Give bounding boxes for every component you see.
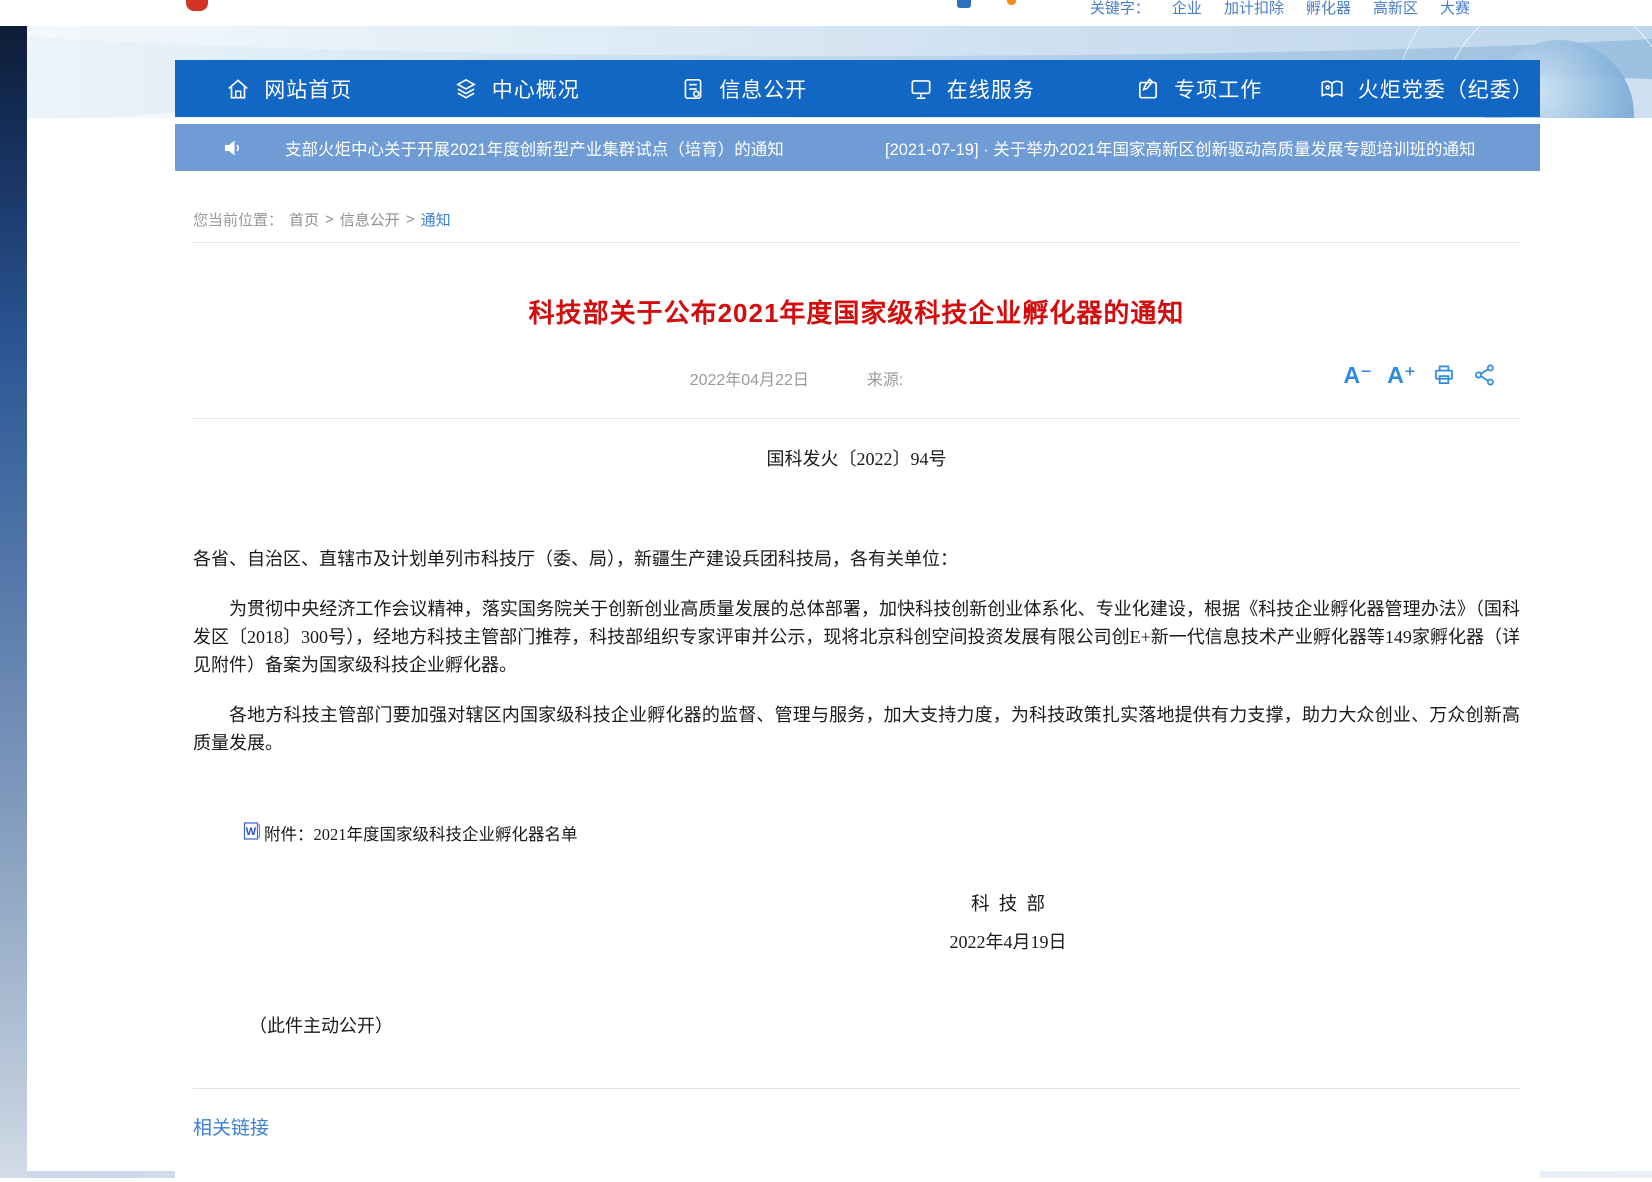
word-doc-icon[interactable]: W: [243, 821, 261, 849]
nav-item-label: 网站首页: [264, 74, 352, 104]
site-logo-fragment: [186, 0, 208, 11]
breadcrumb-home[interactable]: 首页: [289, 209, 319, 230]
page-title: 科技部关于公布2021年度国家级科技企业孵化器的通知: [193, 293, 1520, 330]
signature-block: 科 技 部 2022年4月19日: [888, 891, 1128, 956]
keywords-bar: 关键字： 企业 加计扣除 孵化器 高新区 大赛: [1090, 0, 1470, 18]
signer: 科 技 部: [888, 891, 1128, 919]
breadcrumb-notice[interactable]: 通知: [421, 209, 451, 230]
article-body: 国科发火〔2022〕94号 各省、自治区、直辖市及计划单列市科技厅（委、局），新…: [193, 445, 1520, 1040]
document-icon: [680, 76, 706, 102]
nav-item-party-committee[interactable]: 火炬党委（纪委）: [1313, 60, 1541, 117]
article-meta: 2022年04月22日 来源: A⁻ A⁺: [193, 366, 1520, 398]
nav-item-label: 信息公开: [719, 74, 807, 104]
nav-item-label: 在线服务: [947, 74, 1035, 104]
divider: [193, 242, 1520, 243]
decor-fragment: [957, 0, 971, 8]
paragraph-1: 为贯彻中央经济工作会议精神，落实国务院关于创新创业高质量发展的总体部署，加快科技…: [193, 595, 1520, 679]
breadcrumb-info-disclosure[interactable]: 信息公开: [340, 209, 400, 230]
publish-date: 2022年04月22日: [690, 366, 809, 390]
decor-dot: [1007, 0, 1016, 5]
top-strip: 关键字： 企业 加计扣除 孵化器 高新区 大赛: [0, 0, 1652, 26]
announcement-link-left[interactable]: 支部火炬中心关于开展2021年度创新型产业集群试点（培育）的通知: [285, 136, 784, 160]
keyword-link-dasai[interactable]: 大赛: [1440, 0, 1470, 18]
font-increase-button[interactable]: A⁺: [1387, 364, 1416, 387]
attachment-link[interactable]: 附件：2021年度国家级科技企业孵化器名单: [264, 821, 578, 849]
divider: [193, 1088, 1520, 1089]
monitor-icon: [908, 76, 934, 102]
breadcrumb: 您当前位置： 首页 > 信息公开 > 通知: [193, 209, 1520, 230]
keyword-link-jiajikouchu[interactable]: 加计扣除: [1224, 0, 1284, 18]
nav-item-label: 专项工作: [1174, 74, 1262, 104]
home-icon: [225, 76, 251, 102]
breadcrumb-separator: >: [325, 211, 334, 228]
nav-item-info-disclosure[interactable]: 信息公开: [630, 60, 858, 117]
source-label: 来源:: [867, 366, 903, 390]
breadcrumb-separator: >: [406, 211, 415, 228]
book-icon: [1319, 76, 1345, 102]
nav-item-home[interactable]: 网站首页: [175, 60, 403, 117]
font-decrease-button[interactable]: A⁻: [1344, 364, 1373, 387]
printer-icon[interactable]: [1431, 362, 1457, 388]
salutation: 各省、自治区、直辖市及计划单列市科技厅（委、局），新疆生产建设兵团科技局，各有关…: [193, 545, 1520, 573]
keyword-link-gaoxinqu[interactable]: 高新区: [1373, 0, 1418, 18]
left-decor-strip: [0, 26, 27, 1178]
related-links-title[interactable]: 相关链接: [193, 1113, 269, 1140]
share-icon[interactable]: [1472, 362, 1498, 388]
divider: [193, 418, 1520, 419]
announcement-link-right[interactable]: [2021-07-19] · 关于举办2021年国家高新区创新驱动高质量发展专题…: [885, 136, 1475, 160]
nav-item-label: 中心概况: [492, 74, 580, 104]
pen-icon: [1135, 76, 1161, 102]
speaker-icon: [221, 136, 245, 160]
nav-item-online-service[interactable]: 在线服务: [858, 60, 1086, 117]
doc-number: 国科发火〔2022〕94号: [193, 445, 1520, 473]
layers-icon: [453, 76, 479, 102]
keywords-label: 关键字：: [1090, 0, 1150, 18]
breadcrumb-prefix: 您当前位置：: [193, 209, 283, 230]
public-disclosure-note: （此件主动公开）: [249, 1012, 1520, 1040]
nav-item-overview[interactable]: 中心概况: [403, 60, 631, 117]
sign-date: 2022年4月19日: [888, 928, 1128, 956]
keyword-link-fuhuaqi[interactable]: 孵化器: [1306, 0, 1351, 18]
nav-item-special-work[interactable]: 专项工作: [1085, 60, 1313, 117]
main-nav: 网站首页 中心概况 信息公开 在线服务 专项工作: [175, 60, 1540, 117]
article-tools: A⁻ A⁺: [1344, 362, 1499, 388]
keyword-link-qiye[interactable]: 企业: [1172, 0, 1202, 18]
nav-item-label: 火炬党委（纪委）: [1358, 74, 1534, 104]
svg-text:W: W: [246, 826, 257, 838]
announcement-bar: 支部火炬中心关于开展2021年度创新型产业集群试点（培育）的通知 [2021-0…: [175, 124, 1540, 171]
attachment-row: W 附件：2021年度国家级科技企业孵化器名单: [243, 821, 1520, 849]
paragraph-2: 各地方科技主管部门要加强对辖区内国家级科技企业孵化器的监督、管理与服务，加大支持…: [193, 701, 1520, 757]
content-area: 您当前位置： 首页 > 信息公开 > 通知 科技部关于公布2021年度国家级科技…: [175, 171, 1540, 1182]
